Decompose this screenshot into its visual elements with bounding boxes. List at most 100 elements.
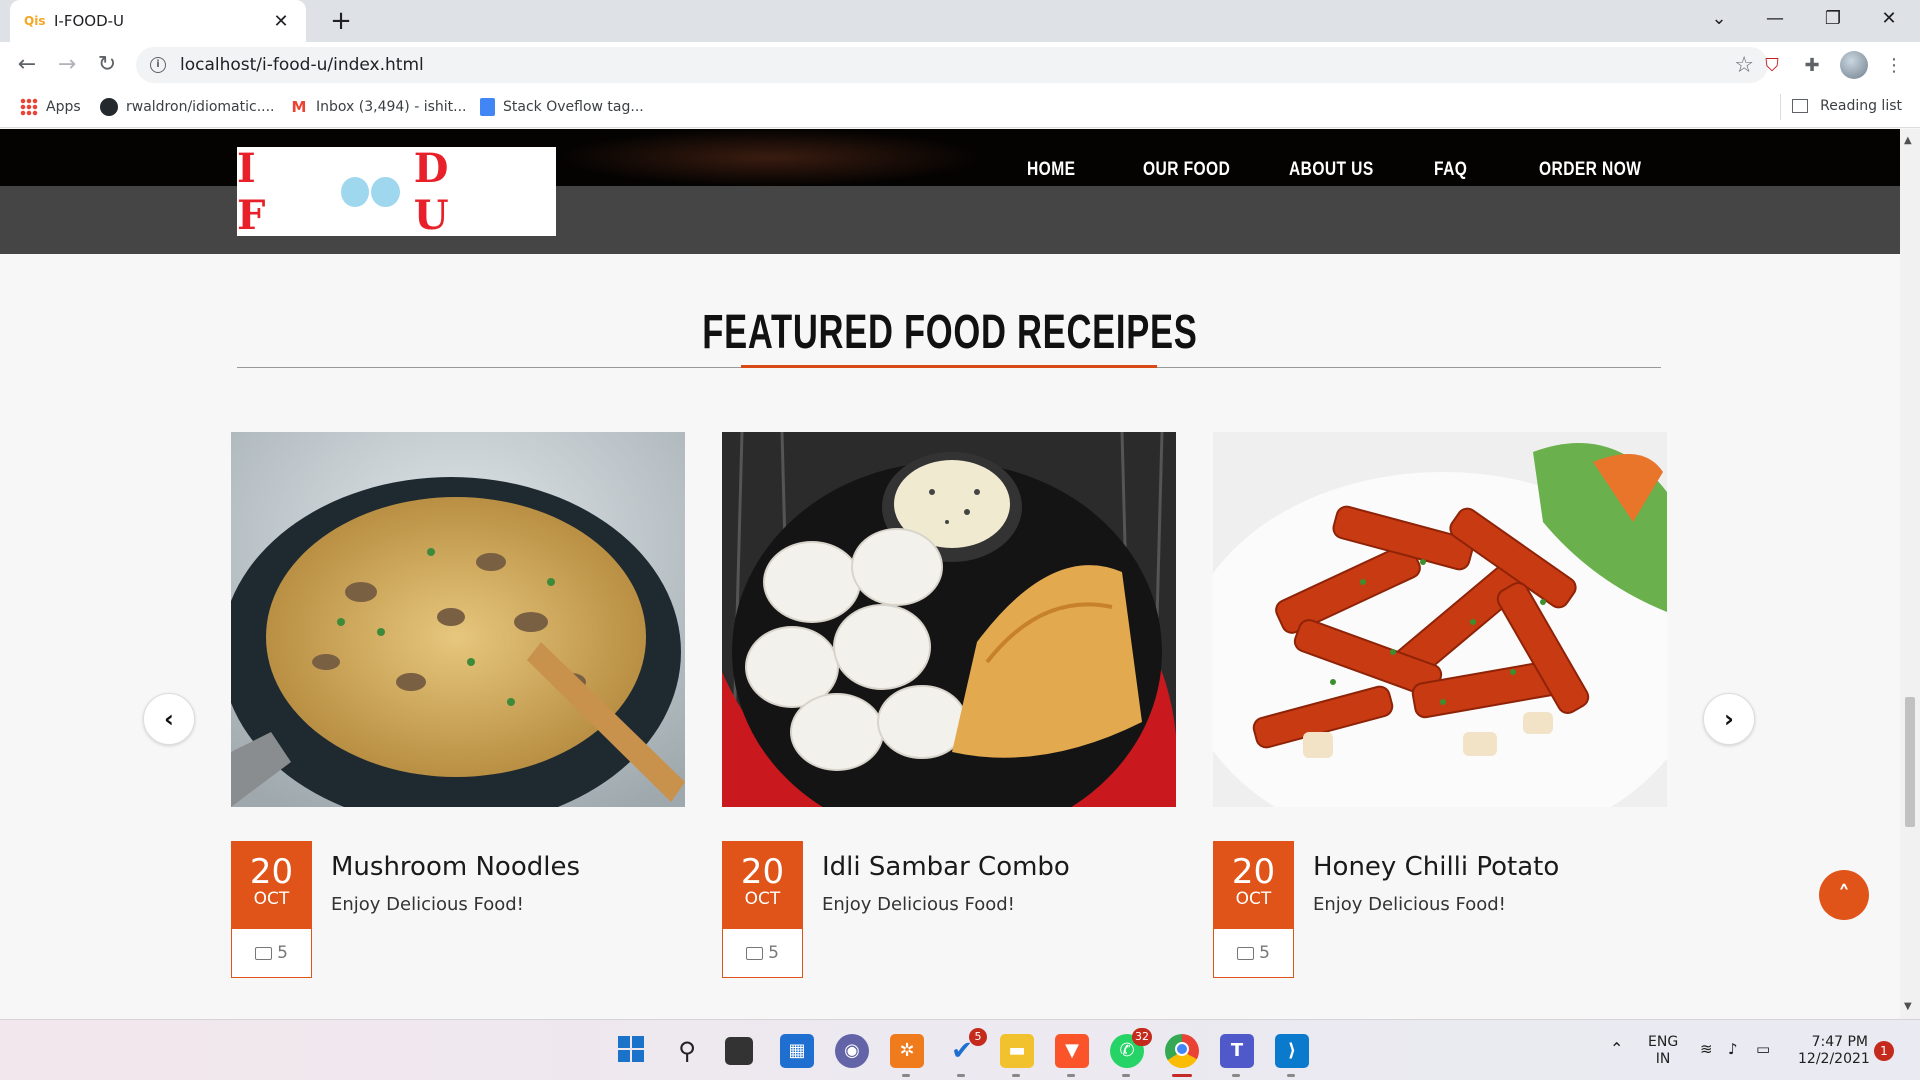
- logo-o-circle: [340, 176, 370, 207]
- active-indicator: [1172, 1074, 1192, 1077]
- minimize-button[interactable]: —: [1752, 4, 1798, 34]
- running-indicator: [1067, 1074, 1075, 1077]
- nav-home[interactable]: HOME: [1027, 159, 1075, 181]
- running-indicator: [902, 1074, 910, 1077]
- bookmark-label: Inbox (3,494) - ishit...: [316, 99, 467, 115]
- whatsapp-badge: 32: [1132, 1028, 1152, 1046]
- recipe-image-chilli-potato[interactable]: [1213, 432, 1667, 807]
- date-day: 20: [1231, 852, 1276, 892]
- restore-button[interactable]: ❐: [1810, 4, 1856, 34]
- teams-icon[interactable]: T: [1220, 1034, 1254, 1068]
- recipe-card[interactable]: 20 OCT 5 Honey Chilli Potato Enjoy Delic…: [1213, 432, 1667, 978]
- nav-faq[interactable]: FAQ: [1434, 159, 1467, 181]
- new-tab-button[interactable]: +: [326, 6, 356, 36]
- page-scrollbar[interactable]: ▲ ▼: [1900, 129, 1920, 1019]
- logo-text-right: D U: [413, 144, 471, 239]
- recipe-title[interactable]: Idli Sambar Combo: [822, 852, 1070, 882]
- recipe-card[interactable]: 20 OCT 5 Mushroom Noodles Enjoy Deliciou…: [231, 432, 685, 978]
- clock[interactable]: 7:47 PM 12/2/2021: [1798, 1034, 1870, 1068]
- comment-icon: [746, 946, 764, 960]
- nav-about-us[interactable]: ABOUT US: [1289, 159, 1374, 181]
- battery-icon[interactable]: ▭: [1756, 1041, 1770, 1058]
- back-icon[interactable]: ←: [12, 50, 42, 80]
- bookmark-label: Stack Oveflow tag...: [503, 99, 644, 115]
- date-month: OCT: [1235, 889, 1272, 909]
- tab-search-icon[interactable]: ⌄: [1696, 4, 1742, 34]
- close-window-button[interactable]: ✕: [1866, 4, 1912, 34]
- whatsapp-icon[interactable]: ✆ 32: [1110, 1028, 1152, 1068]
- region-code: IN: [1655, 1051, 1671, 1067]
- recipe-image-idli[interactable]: [722, 432, 1176, 807]
- scroll-thumb[interactable]: [1905, 697, 1915, 827]
- comment-count[interactable]: 5: [722, 929, 803, 978]
- nav-our-food[interactable]: OUR FOOD: [1143, 159, 1230, 181]
- carousel-next-button[interactable]: ›: [1703, 693, 1755, 745]
- carousel-prev-button[interactable]: ‹: [143, 693, 195, 745]
- date-month: OCT: [253, 889, 290, 909]
- date-day: 20: [740, 852, 785, 892]
- tray-overflow-icon[interactable]: ⌃: [1610, 1040, 1623, 1057]
- wifi-icon[interactable]: ≋: [1700, 1041, 1713, 1058]
- brave-icon[interactable]: ▼: [1055, 1034, 1089, 1068]
- running-indicator: [1232, 1074, 1240, 1077]
- bookmark-label: Apps: [46, 99, 81, 115]
- search-icon[interactable]: ⚲: [670, 1034, 704, 1068]
- profile-avatar[interactable]: [1840, 51, 1868, 79]
- scroll-up-icon[interactable]: ▲: [1904, 135, 1912, 146]
- language-indicator[interactable]: ENG IN: [1648, 1034, 1678, 1068]
- recipe-subtitle: Enjoy Delicious Food!: [331, 894, 524, 915]
- site-info-icon[interactable]: i: [150, 57, 166, 73]
- running-indicator: [1287, 1074, 1295, 1077]
- comment-count[interactable]: 5: [1213, 929, 1294, 978]
- vscode-icon[interactable]: ⟩: [1275, 1034, 1309, 1068]
- forward-icon[interactable]: →: [52, 50, 82, 80]
- back-to-top-button[interactable]: ˄: [1819, 870, 1869, 920]
- close-tab-icon[interactable]: ✕: [270, 11, 292, 32]
- running-indicator: [1122, 1074, 1130, 1077]
- chat-icon[interactable]: ◉: [835, 1034, 869, 1068]
- date-badge: 20 OCT 5: [722, 841, 803, 978]
- site-logo[interactable]: I F D U: [237, 144, 556, 239]
- widgets-icon[interactable]: ▦: [780, 1034, 814, 1068]
- chrome-icon[interactable]: [1165, 1034, 1199, 1068]
- date-month: OCT: [744, 889, 781, 909]
- recipe-title[interactable]: Mushroom Noodles: [331, 852, 580, 882]
- bookmark-apps[interactable]: Apps: [20, 98, 81, 116]
- bookmarks-divider: [1780, 94, 1781, 120]
- recipe-subtitle: Enjoy Delicious Food!: [1313, 894, 1506, 915]
- github-icon: [100, 98, 118, 116]
- comment-count-value: 5: [1259, 943, 1270, 963]
- reload-icon[interactable]: ↻: [92, 50, 122, 80]
- todo-icon[interactable]: ✔ 5: [945, 1028, 987, 1068]
- windows-start-icon[interactable]: [614, 1034, 648, 1068]
- bookmark-star-icon[interactable]: ☆: [1734, 53, 1754, 78]
- scroll-down-icon[interactable]: ▼: [1904, 1001, 1912, 1012]
- nav-order-now[interactable]: ORDER NOW: [1539, 159, 1641, 181]
- file-explorer-icon[interactable]: ▬: [1000, 1034, 1034, 1068]
- bookmark-stackoverflow[interactable]: Stack Oveflow tag...: [480, 98, 644, 116]
- task-view-icon[interactable]: [725, 1037, 753, 1065]
- browser-menu-icon[interactable]: ⋮: [1880, 52, 1908, 80]
- extension-shield-icon[interactable]: ⛉: [1758, 52, 1786, 80]
- xampp-icon[interactable]: ✲: [890, 1034, 924, 1068]
- recipe-image-noodles[interactable]: [231, 432, 685, 807]
- apps-grid-icon: [20, 98, 38, 116]
- site-favicon-icon: Qis: [24, 14, 46, 28]
- reading-list-button[interactable]: Reading list: [1792, 98, 1902, 114]
- extensions-puzzle-icon[interactable]: ✚: [1798, 52, 1826, 80]
- bookmark-github[interactable]: rwaldron/idiomatic....: [100, 98, 275, 116]
- volume-icon[interactable]: ♪: [1728, 1041, 1738, 1058]
- comment-count[interactable]: 5: [231, 929, 312, 978]
- comment-icon: [255, 946, 273, 960]
- bookmark-gmail[interactable]: M Inbox (3,494) - ishit...: [290, 98, 467, 116]
- recipe-subtitle: Enjoy Delicious Food!: [822, 894, 1015, 915]
- comment-count-value: 5: [277, 943, 288, 963]
- browser-tab[interactable]: Qis I-FOOD-U ✕: [10, 0, 306, 42]
- recipe-card[interactable]: 20 OCT 5 Idli Sambar Combo Enjoy Delicio…: [722, 432, 1176, 978]
- browser-toolbar: ← → ↻ i localhost/i-food-u/index.html ☆ …: [0, 42, 1920, 88]
- address-bar[interactable]: i localhost/i-food-u/index.html ☆: [136, 47, 1768, 83]
- running-indicator: [1012, 1074, 1020, 1077]
- windows-taskbar: ⚲ ▦ ◉ ✲ ✔ 5 ▬ ▼ ✆ 32 T ⟩ ⌃ ENG IN ≋ ♪ ▭ 7:…: [0, 1019, 1920, 1080]
- notification-badge[interactable]: 1: [1874, 1041, 1894, 1061]
- recipe-title[interactable]: Honey Chilli Potato: [1313, 852, 1559, 882]
